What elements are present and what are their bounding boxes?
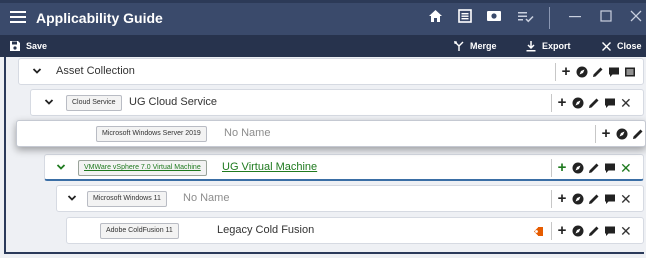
compass-icon[interactable]: [572, 162, 584, 174]
save-icon: [10, 41, 20, 51]
tree-node-vmware-vm[interactable]: VMWare vSphere 7.0 Virtual Machine UG Vi…: [44, 154, 644, 181]
app-title: Applicability Guide: [36, 10, 163, 26]
asset-type-tag: Cloud Service: [66, 95, 122, 111]
hamburger-menu-icon[interactable]: [10, 11, 26, 24]
tree-node-windows-server-dragging[interactable]: Microsoft Windows Server 2019 No Name +: [16, 120, 646, 147]
compass-icon[interactable]: [572, 193, 584, 205]
compass-icon[interactable]: [572, 225, 584, 237]
save-button[interactable]: Save: [9, 35, 47, 57]
frame-left-border: [4, 57, 6, 253]
node-name-link[interactable]: UG Virtual Machine: [222, 161, 317, 173]
node-actions: + ✕: [551, 159, 632, 177]
edit-icon[interactable]: [588, 225, 600, 237]
chevron-down-icon[interactable]: [66, 192, 78, 204]
merge-button[interactable]: Merge: [453, 35, 497, 57]
node-actions: + ✕: [551, 222, 632, 240]
add-icon[interactable]: +: [556, 160, 568, 175]
edit-icon[interactable]: [632, 128, 644, 140]
compass-icon[interactable]: [576, 66, 588, 78]
close-icon[interactable]: [628, 9, 644, 26]
image-icon[interactable]: [485, 9, 503, 26]
node-actions: + ✕: [551, 94, 632, 112]
asset-type-tag: Microsoft Windows Server 2019: [96, 126, 207, 142]
list-icon[interactable]: [457, 9, 473, 26]
export-button[interactable]: Export: [525, 35, 571, 57]
tree-node-adobe-coldfusion[interactable]: Adobe ColdFusion 11 Legacy Cold Fusion +…: [66, 217, 644, 244]
node-name: No Name: [224, 127, 271, 139]
edit-icon[interactable]: [588, 193, 600, 205]
node-name: Asset Collection: [56, 65, 135, 77]
comment-icon[interactable]: [608, 66, 620, 78]
node-actions: +: [555, 63, 636, 81]
maximize-icon[interactable]: [598, 9, 614, 26]
comment-icon[interactable]: [604, 97, 616, 109]
add-icon[interactable]: +: [556, 95, 568, 110]
tree-node-cloud-service[interactable]: Cloud Service UG Cloud Service + ✕: [30, 89, 644, 116]
tree-node-windows-11[interactable]: Microsoft Windows 11 No Name + ✕: [56, 185, 644, 212]
add-icon[interactable]: +: [600, 126, 612, 141]
chevron-down-icon[interactable]: [43, 96, 55, 108]
edit-icon[interactable]: [588, 97, 600, 109]
home-icon[interactable]: [427, 9, 443, 26]
tree-node-asset-collection[interactable]: Asset Collection +: [18, 58, 644, 85]
delete-icon[interactable]: ✕: [620, 161, 632, 175]
minimize-icon[interactable]: [567, 9, 583, 26]
close-x-icon: [602, 41, 611, 51]
asset-type-tag: Microsoft Windows 11: [87, 191, 167, 207]
node-name: UG Cloud Service: [129, 96, 218, 108]
comment-icon[interactable]: [604, 162, 616, 174]
compass-icon[interactable]: [616, 128, 628, 140]
title-bar: Applicability Guide: [0, 0, 646, 35]
node-actions: +: [595, 125, 646, 143]
edit-icon[interactable]: [588, 162, 600, 174]
window-top-strip: [0, 0, 646, 3]
toolbar: Save Merge Export Close: [0, 35, 646, 57]
delete-icon[interactable]: ✕: [620, 96, 632, 110]
close-button[interactable]: Close: [601, 35, 642, 57]
add-icon[interactable]: +: [560, 64, 572, 79]
chevron-down-icon[interactable]: [55, 161, 67, 173]
frame-bottom-border: [4, 252, 644, 254]
list-view-icon[interactable]: [624, 66, 636, 78]
titlebar-separator: [549, 7, 550, 29]
node-name: No Name: [183, 192, 230, 204]
chevron-down-icon[interactable]: [31, 65, 43, 77]
delete-icon[interactable]: ✕: [620, 224, 632, 238]
merge-label: Merge: [470, 41, 497, 51]
asset-type-tag[interactable]: VMWare vSphere 7.0 Virtual Machine: [78, 160, 207, 176]
close-label: Close: [617, 41, 642, 51]
merge-icon: [454, 41, 464, 51]
add-icon[interactable]: +: [556, 191, 568, 206]
node-name: Legacy Cold Fusion: [217, 224, 315, 236]
node-actions: + ✕: [551, 190, 632, 208]
download-icon: [526, 41, 536, 52]
checklist-icon[interactable]: [516, 9, 534, 26]
save-label: Save: [26, 41, 48, 51]
export-label: Export: [542, 41, 571, 51]
add-icon[interactable]: +: [556, 223, 568, 238]
warning-status-icon[interactable]: [533, 226, 544, 237]
comment-icon[interactable]: [604, 225, 616, 237]
asset-type-tag: Adobe ColdFusion 11: [100, 223, 179, 239]
compass-icon[interactable]: [572, 97, 584, 109]
delete-icon[interactable]: ✕: [620, 192, 632, 206]
edit-icon[interactable]: [592, 66, 604, 78]
comment-icon[interactable]: [604, 193, 616, 205]
